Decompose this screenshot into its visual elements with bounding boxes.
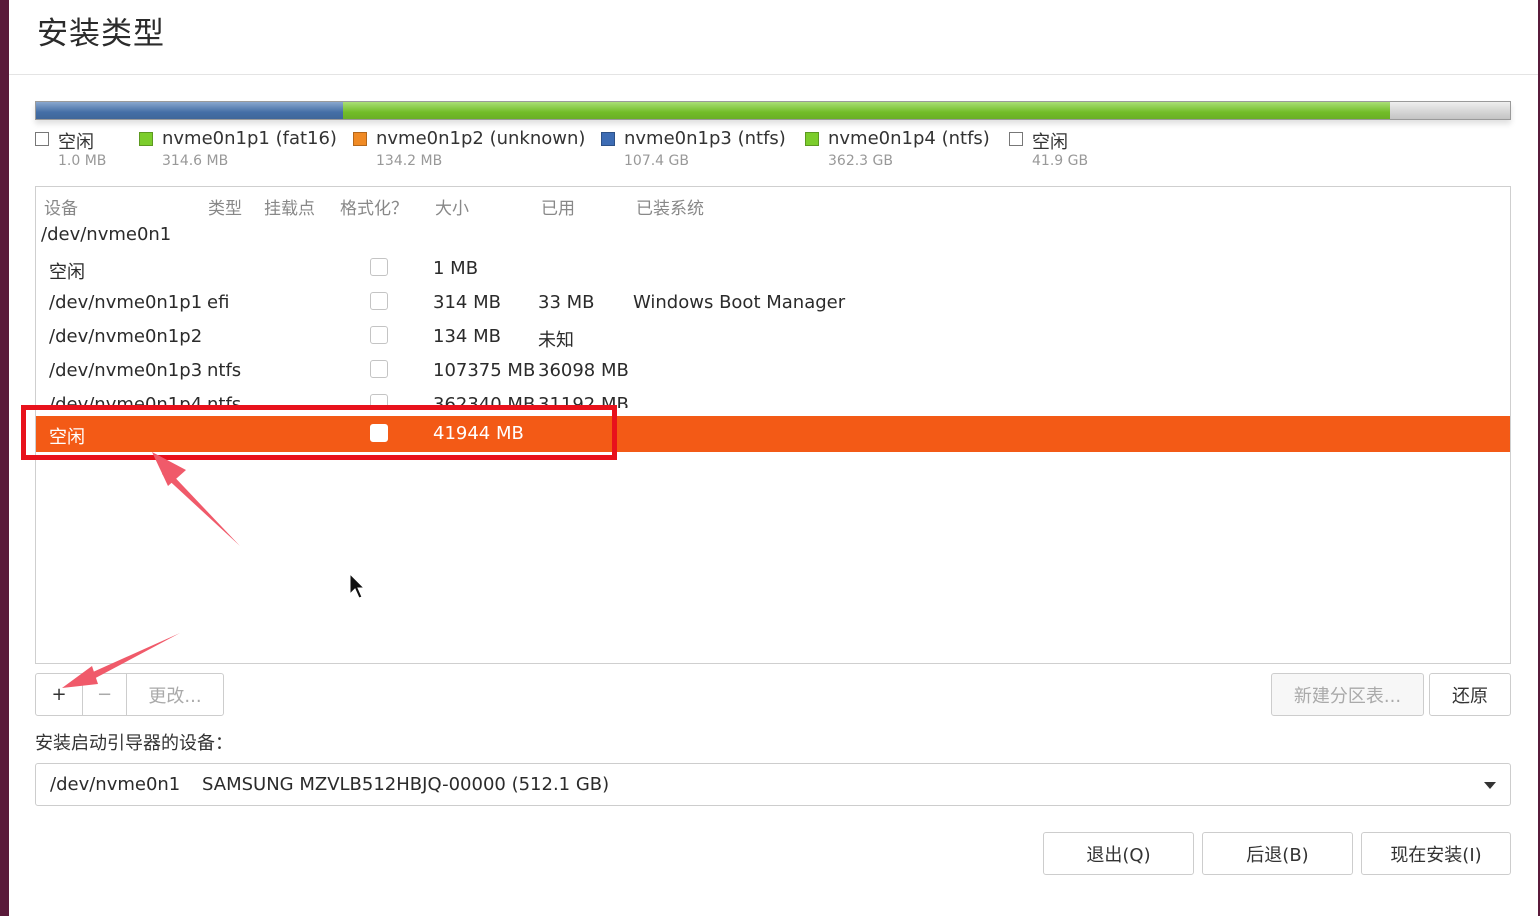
add-partition-button[interactable]: + (36, 674, 82, 715)
legend-size: 134.2 MB (376, 153, 443, 169)
format-checkbox[interactable] (370, 258, 388, 276)
back-button[interactable]: 后退(B) (1202, 832, 1353, 875)
cell-system: Windows Boot Manager (633, 292, 846, 313)
partition-segment-blue (36, 102, 344, 119)
legend-swatch (805, 132, 819, 146)
column-header-format: 格式化？ (340, 199, 408, 219)
legend-name: nvme0n1p4 (ntfs) (828, 128, 990, 149)
cell-device: /dev/nvme0n1p3 (49, 360, 203, 381)
highlight-box (21, 405, 617, 460)
legend-swatch (353, 132, 367, 146)
legend-size: 41.9 GB (1032, 153, 1089, 169)
partition-toolbar: + − 更改... (35, 673, 224, 716)
legend-name: 空闲 (1032, 132, 1068, 153)
title-divider (9, 74, 1538, 75)
legend-size: 107.4 GB (624, 153, 689, 169)
format-checkbox[interactable] (370, 292, 388, 310)
cell-used: 36098 MB (538, 360, 629, 381)
cell-size: 107375 MB (433, 360, 536, 381)
partition-legend: 空闲 1.0 MB nvme0n1p1 (fat16) 314.6 MB nvm… (35, 128, 1515, 184)
cell-type: efi (207, 292, 230, 313)
cell-device: 空闲 (49, 262, 85, 283)
cell-used: 33 MB (538, 292, 595, 313)
bootloader-device: /dev/nvme0n1 (50, 774, 181, 795)
bootloader-label: 安装启动引导器的设备： (35, 733, 233, 754)
table-row[interactable]: /dev/nvme0n1p1 efi 314 MB 33 MB Windows … (36, 286, 1510, 320)
partition-segment-green (343, 102, 1390, 119)
legend-swatch (1009, 132, 1023, 146)
cell-type: ntfs (207, 360, 242, 381)
page-title: 安装类型 (37, 16, 165, 52)
column-header-device: 设备 (44, 199, 78, 219)
install-now-button[interactable]: 现在安装(I) (1361, 832, 1511, 875)
cell-device: /dev/nvme0n1p2 (49, 326, 203, 347)
cell-size: 314 MB (433, 292, 501, 313)
format-checkbox[interactable] (370, 326, 388, 344)
bootloader-model: SAMSUNG MZVLB512HBJQ-00000 (512.1 GB) (202, 774, 610, 795)
quit-button[interactable]: 退出(Q) (1043, 832, 1194, 875)
revert-button[interactable]: 还原 (1429, 673, 1511, 716)
legend-size: 314.6 MB (162, 153, 229, 169)
partition-segment-free-end (1389, 102, 1511, 119)
table-row[interactable]: /dev/nvme0n1p2 134 MB 未知 (36, 320, 1510, 354)
cell-used: 未知 (538, 330, 574, 351)
legend-size: 362.3 GB (828, 153, 893, 169)
change-partition-button[interactable]: 更改... (126, 674, 223, 715)
column-header-size: 大小 (435, 199, 469, 219)
legend-name: nvme0n1p1 (fat16) (162, 128, 337, 149)
legend-swatch (601, 132, 615, 146)
cell-size: 134 MB (433, 326, 501, 347)
bootloader-device-select[interactable]: /dev/nvme0n1 SAMSUNG MZVLB512HBJQ-00000 … (35, 763, 1511, 806)
legend-name: nvme0n1p3 (ntfs) (624, 128, 786, 149)
legend-swatch (35, 132, 49, 146)
column-header-system: 已装系统 (636, 199, 704, 219)
cell-size: 1 MB (433, 258, 479, 279)
disk-row-root[interactable]: /dev/nvme0n1 (41, 224, 171, 245)
format-checkbox[interactable] (370, 360, 388, 378)
remove-partition-button[interactable]: − (82, 674, 126, 715)
installer-window: 安装类型 空闲 1.0 MB nvme0n1p1 (fat16) 314.6 M… (9, 0, 1538, 916)
legend-name: nvme0n1p2 (unknown) (376, 128, 586, 149)
table-row[interactable]: /dev/nvme0n1p3 ntfs 107375 MB 36098 MB (36, 354, 1510, 388)
partition-bar (35, 101, 1511, 120)
legend-swatch (139, 132, 153, 146)
column-header-type: 类型 (208, 199, 242, 219)
column-header-mount: 挂载点 (264, 199, 315, 219)
column-header-used: 已用 (541, 199, 575, 219)
cell-device: /dev/nvme0n1p1 (49, 292, 203, 313)
legend-name: 空闲 (58, 132, 94, 153)
table-row[interactable]: 空闲 1 MB (36, 252, 1510, 286)
new-partition-table-button[interactable]: 新建分区表... (1271, 673, 1424, 716)
legend-size: 1.0 MB (58, 153, 107, 169)
dropdown-arrow-icon (1484, 782, 1496, 789)
